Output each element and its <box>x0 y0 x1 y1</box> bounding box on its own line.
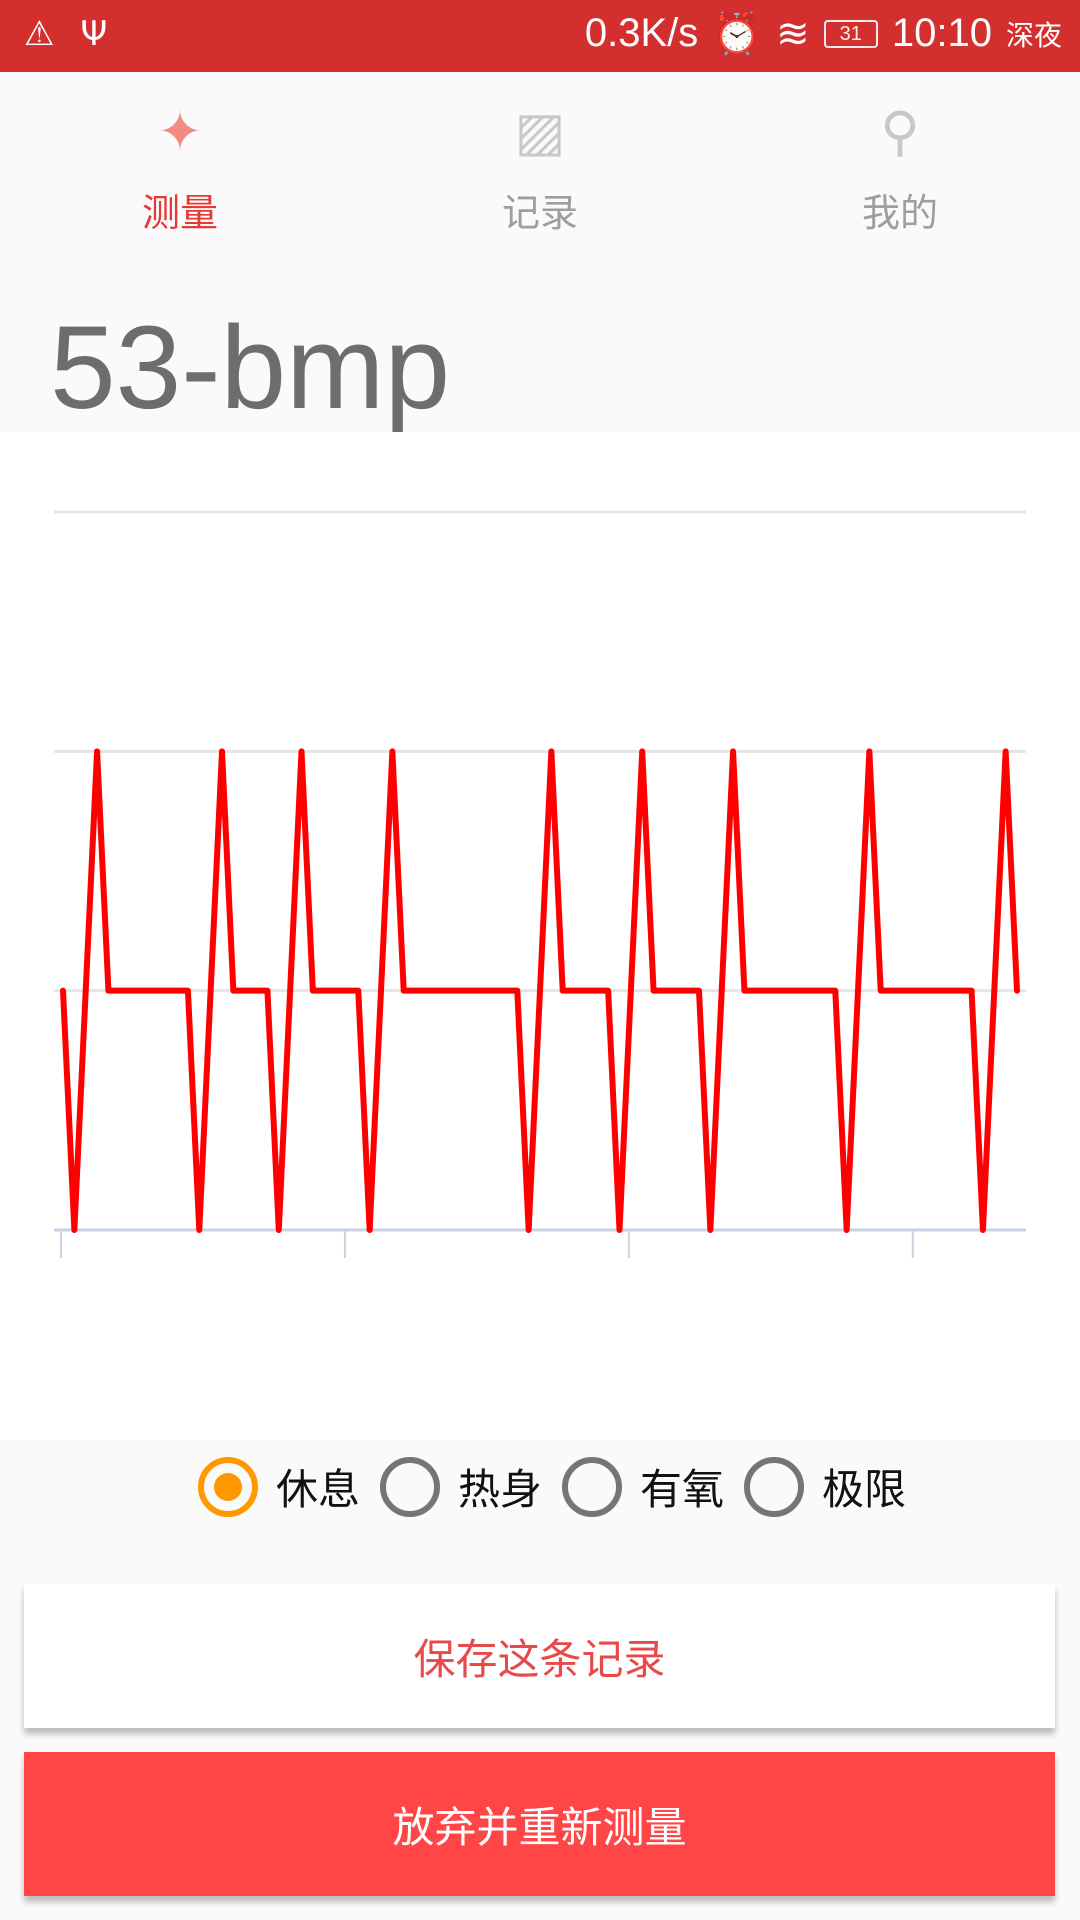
tab-label: 测量 <box>141 191 218 235</box>
save-record-button[interactable]: 保存这条记录 <box>24 1584 1055 1728</box>
heart-rate-value: 53-bmp <box>50 302 451 434</box>
net-speed: 0.3K/s <box>584 11 699 55</box>
chart-area <box>0 432 1080 1440</box>
mode-radio-group: 休息 热身 有氧 极限 <box>198 1456 926 1517</box>
tab-label: 我的 <box>861 191 938 235</box>
tab-records[interactable]: ▨ 记录 <box>360 72 720 235</box>
radio-circle[interactable] <box>744 1456 805 1517</box>
tab-bar: ✦ 测量 ▨ 记录 ⚲ 我的 <box>0 72 1080 235</box>
radio-circle[interactable] <box>380 1456 441 1517</box>
radio-circle[interactable] <box>198 1456 258 1517</box>
restart-measure-button[interactable]: 放弃并重新测量 <box>24 1752 1055 1896</box>
radio-aerobic[interactable]: 有氧 <box>562 1456 724 1517</box>
battery-icon: 31 <box>823 19 878 48</box>
usb-icon: Ψ <box>80 14 108 54</box>
radio-circle[interactable] <box>562 1456 623 1517</box>
radio-warmup[interactable]: 热身 <box>380 1456 542 1517</box>
tab-measure[interactable]: ✦ 测量 <box>0 72 360 235</box>
radio-label: 有氧 <box>640 1465 725 1514</box>
radio-label: 热身 <box>458 1465 543 1514</box>
period: 深夜 <box>1005 19 1062 51</box>
wifi-icon: ≋ <box>776 11 810 56</box>
search-icon: ⚲ <box>880 100 920 163</box>
alert-icon: ⚠ <box>24 14 55 54</box>
radio-rest[interactable]: 休息 <box>198 1456 360 1517</box>
image-icon: ▨ <box>514 100 566 163</box>
ecg-chart <box>54 510 1026 1258</box>
radio-label: 休息 <box>276 1465 361 1514</box>
tab-mine[interactable]: ⚲ 我的 <box>720 72 1080 235</box>
tab-label: 记录 <box>501 191 578 235</box>
clock: 10:10 <box>891 11 992 55</box>
crosshair-icon: ✦ <box>157 100 203 163</box>
radio-label: 极限 <box>822 1465 907 1514</box>
status-bar: ⚠ Ψ 0.3K/s ⏰ ≋ 31 10:10 深夜 <box>0 0 1080 72</box>
alarm-icon: ⏰ <box>712 12 763 56</box>
radio-limit[interactable]: 极限 <box>744 1456 906 1517</box>
